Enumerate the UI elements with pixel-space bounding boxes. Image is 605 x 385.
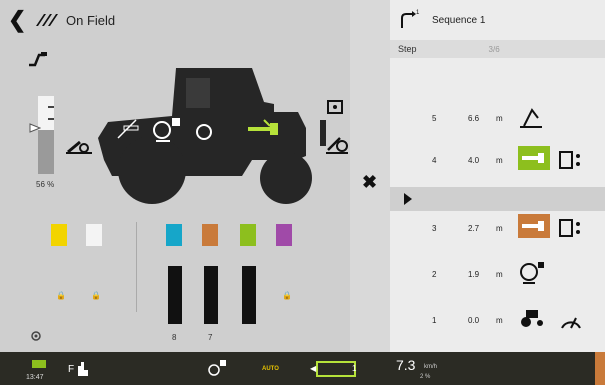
valve-tile-green[interactable] <box>240 224 256 246</box>
valve-icon <box>518 146 550 170</box>
lock-icon: 🔒 <box>282 291 292 300</box>
speed-value: 7.3 <box>396 357 416 373</box>
valve-tile-white[interactable] <box>86 224 102 246</box>
tractor-icon <box>521 310 543 327</box>
scv-valve-icon[interactable] <box>246 118 280 140</box>
valve-status-indicator[interactable] <box>595 352 605 385</box>
camera-icon[interactable] <box>326 98 344 116</box>
svg-text:1: 1 <box>416 10 420 16</box>
valve-control-icon <box>559 151 580 169</box>
auto-label: AUTO <box>262 366 279 372</box>
valve-tile-cyan[interactable] <box>166 224 182 246</box>
drawbar-icon[interactable] <box>116 116 146 140</box>
svg-text:F: F <box>68 364 74 375</box>
back-button[interactable]: ❮ <box>8 7 26 33</box>
counter-8: 8 <box>172 333 177 342</box>
pto-status-icon[interactable] <box>206 358 230 378</box>
hand-throttle-icon[interactable]: F <box>68 360 92 378</box>
sequence-title: Sequence 1 <box>432 14 486 26</box>
play-icon <box>404 193 412 205</box>
hitch-lift-icon <box>520 108 542 128</box>
list-item[interactable]: 2 1.9 m <box>390 254 605 294</box>
arrow-left-icon: ◀ <box>310 364 317 373</box>
current-position-marker <box>390 187 605 211</box>
speed-unit: km/h <box>424 364 438 370</box>
list-item[interactable]: 3 2.7 m <box>390 208 605 248</box>
clock: 13:47 <box>26 374 44 381</box>
on-field-panel: ❮ On Field 56 % 🔒 🔒 🔒 8 7 <box>0 0 350 352</box>
close-icon[interactable]: ✖ <box>362 172 377 193</box>
panel-header: ❮ On Field <box>0 0 350 40</box>
pto-icon <box>520 262 544 284</box>
gear-label: 1 <box>352 364 357 373</box>
page-title: On Field <box>66 12 116 28</box>
battery-icon <box>32 360 46 368</box>
reverse-icon[interactable] <box>26 48 48 70</box>
valve-tile-purple[interactable] <box>276 224 292 246</box>
valve-control-icon <box>559 219 580 237</box>
settings-icon[interactable] <box>30 330 42 342</box>
step-label: Step <box>398 44 417 54</box>
list-item[interactable]: 4 4.0 m <box>390 140 605 180</box>
list-item[interactable]: 5 6.6 m <box>390 98 605 138</box>
step-count: 3/6 <box>488 44 500 54</box>
valve-icon <box>518 214 550 238</box>
sequence-header: 1 Sequence 1 <box>390 0 605 40</box>
counter-7: 7 <box>208 333 213 342</box>
valve-bar-green[interactable] <box>242 266 256 324</box>
hitch-percent: 56 % <box>36 180 55 189</box>
valve-tile-yellow[interactable] <box>51 224 67 246</box>
sequence-icon: 1 <box>401 10 420 28</box>
front-pto-icon[interactable] <box>150 116 184 146</box>
step-row: Step 3/6 <box>390 40 605 58</box>
lock-icon: 🔒 <box>56 291 66 300</box>
lock-icon: 🔒 <box>91 291 101 300</box>
transmission-indicator[interactable] <box>316 361 356 377</box>
rear-hitch-icon[interactable] <box>324 130 350 156</box>
sequence-panel: 1 Sequence 1 Step 3/6 5 6.6 m 4 4.0 m 3 … <box>390 0 605 352</box>
valve-tile-orange[interactable] <box>202 224 218 246</box>
hitch-position-gauge[interactable] <box>38 96 54 174</box>
list-item[interactable]: 1 0.0 m <box>390 300 605 340</box>
gauge-pointer-icon <box>29 123 41 133</box>
rear-pto-icon[interactable] <box>194 122 214 142</box>
hitch-lift-icon[interactable] <box>64 132 94 156</box>
status-bar: 13:47 F AUTO ◀ 1 7.3 km/h 2 % <box>0 352 605 385</box>
section-divider <box>136 222 137 312</box>
brand-logo-icon <box>36 14 58 26</box>
valve-bar-orange[interactable] <box>204 266 218 324</box>
speed-gauge-icon <box>561 317 581 329</box>
slip-value: 2 % <box>420 374 431 380</box>
valve-bar-cyan[interactable] <box>168 266 182 324</box>
